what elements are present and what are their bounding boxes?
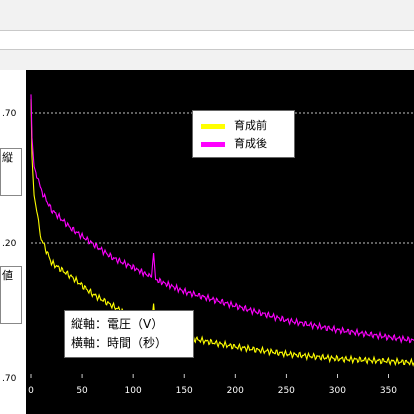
axis-note: 縦軸：電圧（V） 横軸：時間（秒） [64,310,194,358]
axis-note-line-2: 横軸：時間（秒） [71,336,168,350]
legend-label-after: 育成後 [234,137,267,150]
y-tick-label-0: .70 [2,109,17,119]
legend-swatch-after [201,142,225,147]
x-tick-label-5: 250 [278,386,295,396]
x-tick-label-3: 150 [176,386,193,396]
legend-item-after: 育成後 [201,137,293,151]
axis-note-line-1: 縦軸：電圧（V） [71,317,164,331]
x-tick-label-1: 50 [76,386,88,396]
y-tick-label-2: .70 [2,374,17,384]
x-tick-label-2: 100 [125,386,142,396]
legend-swatch-before [201,124,225,129]
y-axis: .70 .20 .70 [2,109,17,384]
legend-label-before: 育成前 [234,119,267,132]
voltage-time-chart: 0 50 100 150 200 250 300 350 .70 .20 .70 [2,94,414,396]
x-axis: 0 50 100 150 200 250 300 350 [28,374,397,396]
x-tick-label-6: 300 [329,386,346,396]
y-tick-label-1: .20 [2,239,17,249]
legend-item-before: 育成前 [201,119,293,133]
x-tick-label-0: 0 [28,386,34,396]
chart-legend: 育成前 育成後 [192,110,295,158]
x-tick-label-4: 200 [227,386,244,396]
x-tick-label-7: 350 [380,386,397,396]
